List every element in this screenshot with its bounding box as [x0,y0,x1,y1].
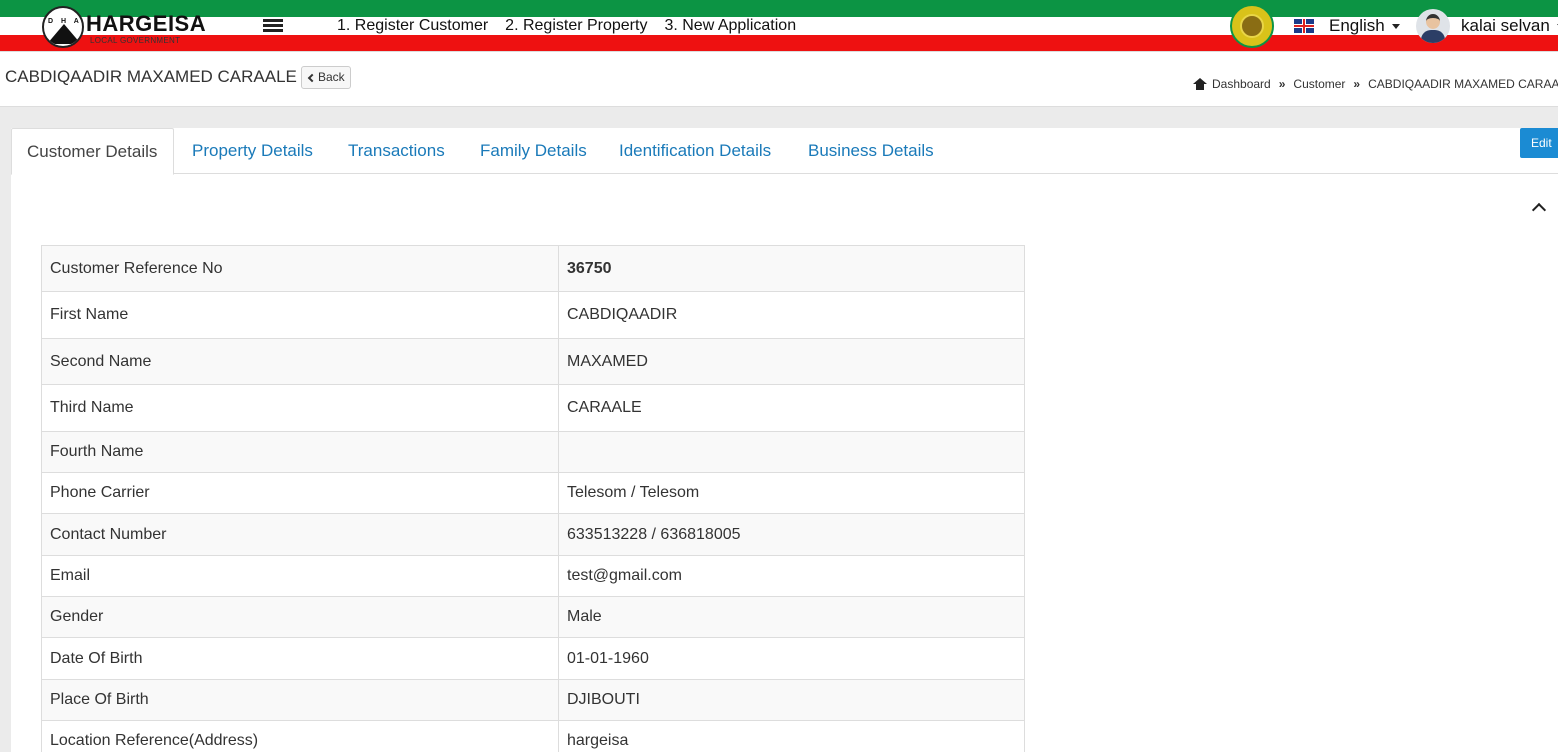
back-label: Back [318,70,345,84]
tab-transactions[interactable]: Transactions [348,128,445,174]
table-row: Fourth Name [41,431,1025,473]
detail-label: First Name [41,291,559,339]
user-name: kalai selvan [1461,16,1550,35]
detail-label: Date Of Birth [41,637,559,680]
customer-panel: Customer Details Property Details Transa… [11,128,1558,752]
detail-value: CABDIQAADIR [558,291,1025,339]
breadcrumb-separator: » [1278,77,1286,91]
flag-stripe-red [0,35,1558,51]
nav-new-application[interactable]: 3. New Application [664,16,796,36]
table-row: Location Reference(Address) hargeisa [41,720,1025,752]
detail-value: CARAALE [558,384,1025,432]
hargeisa-logo[interactable]: D H A HARGEISA LOCAL GOVERNMENT [42,6,206,48]
breadcrumb-current: CABDIQAADIR MAXAMED CARAALE [1368,77,1558,91]
detail-value: 36750 [558,245,1025,292]
detail-label: Location Reference(Address) [41,720,559,752]
logo-emblem-icon: D H A [42,6,84,48]
page-title: CABDIQAADIR MAXAMED CARAALE [5,67,297,86]
table-row: Date Of Birth 01-01-1960 [41,637,1025,680]
detail-value: MAXAMED [558,338,1025,385]
flag-stripe-green [0,0,1558,17]
table-row: Gender Male [41,596,1025,638]
edit-button[interactable]: Edit [1520,128,1558,158]
detail-value [558,431,1025,473]
detail-label: Contact Number [41,513,559,556]
detail-label: Gender [41,596,559,638]
detail-label: Place Of Birth [41,679,559,721]
table-row: Phone Carrier Telesom / Telesom [41,472,1025,514]
detail-label: Fourth Name [41,431,559,473]
detail-label: Email [41,555,559,597]
language-dropdown[interactable]: English [1294,16,1400,36]
detail-label: Third Name [41,384,559,432]
tab-bar: Customer Details Property Details Transa… [11,128,1558,175]
back-button[interactable]: Back [301,66,351,89]
detail-label: Second Name [41,338,559,385]
caret-down-icon [1391,23,1400,29]
user-menu[interactable]: kalai selvan [1416,9,1558,43]
detail-value: hargeisa [558,720,1025,752]
tab-business-details[interactable]: Business Details [808,128,934,174]
breadcrumb-separator: » [1353,77,1361,91]
detail-value: Telesom / Telesom [558,472,1025,514]
home-icon [1193,78,1207,90]
nav-register-customer[interactable]: 1. Register Customer [337,16,488,36]
table-row: Contact Number 633513228 / 636818005 [41,513,1025,556]
chevron-up-icon[interactable] [1531,202,1547,218]
table-row: Second Name MAXAMED [41,338,1025,385]
page-header: CABDIQAADIR MAXAMED CARAALE Back Dashboa… [0,52,1558,107]
breadcrumb-customer[interactable]: Customer [1293,77,1345,91]
tab-family-details[interactable]: Family Details [480,128,587,174]
top-header: D H A HARGEISA LOCAL GOVERNMENT 1. Regis… [0,0,1558,52]
tab-property-details[interactable]: Property Details [192,128,313,174]
language-label: English [1329,16,1385,35]
menu-toggle-icon[interactable] [263,19,283,33]
chevron-left-icon [307,73,317,83]
avatar [1416,9,1450,43]
tab-customer-details[interactable]: Customer Details [11,128,174,175]
nav-register-property[interactable]: 2. Register Property [505,16,647,36]
top-nav: 1. Register Customer 2. Register Propert… [337,16,796,36]
table-row: Third Name CARAALE [41,384,1025,432]
table-row: First Name CABDIQAADIR [41,291,1025,339]
tab-identification-details[interactable]: Identification Details [619,128,771,174]
government-emblem-icon [1230,4,1274,48]
logo-subtitle: LOCAL GOVERNMENT [90,36,181,45]
detail-value: 633513228 / 636818005 [558,513,1025,556]
table-row: Place Of Birth DJIBOUTI [41,679,1025,721]
table-row: Customer Reference No 36750 [41,245,1025,292]
detail-value: DJIBOUTI [558,679,1025,721]
detail-value: Male [558,596,1025,638]
detail-label: Phone Carrier [41,472,559,514]
detail-value: 01-01-1960 [558,637,1025,680]
detail-value: test@gmail.com [558,555,1025,597]
breadcrumb: Dashboard » Customer » CABDIQAADIR MAXAM… [1193,77,1558,91]
customer-details-table: Customer Reference No 36750 First Name C… [41,245,1025,752]
table-row: Email test@gmail.com [41,555,1025,597]
breadcrumb-dashboard[interactable]: Dashboard [1212,77,1271,91]
detail-label: Customer Reference No [41,245,559,292]
logo-title: HARGEISA [86,11,207,36]
uk-flag-icon [1294,19,1314,33]
